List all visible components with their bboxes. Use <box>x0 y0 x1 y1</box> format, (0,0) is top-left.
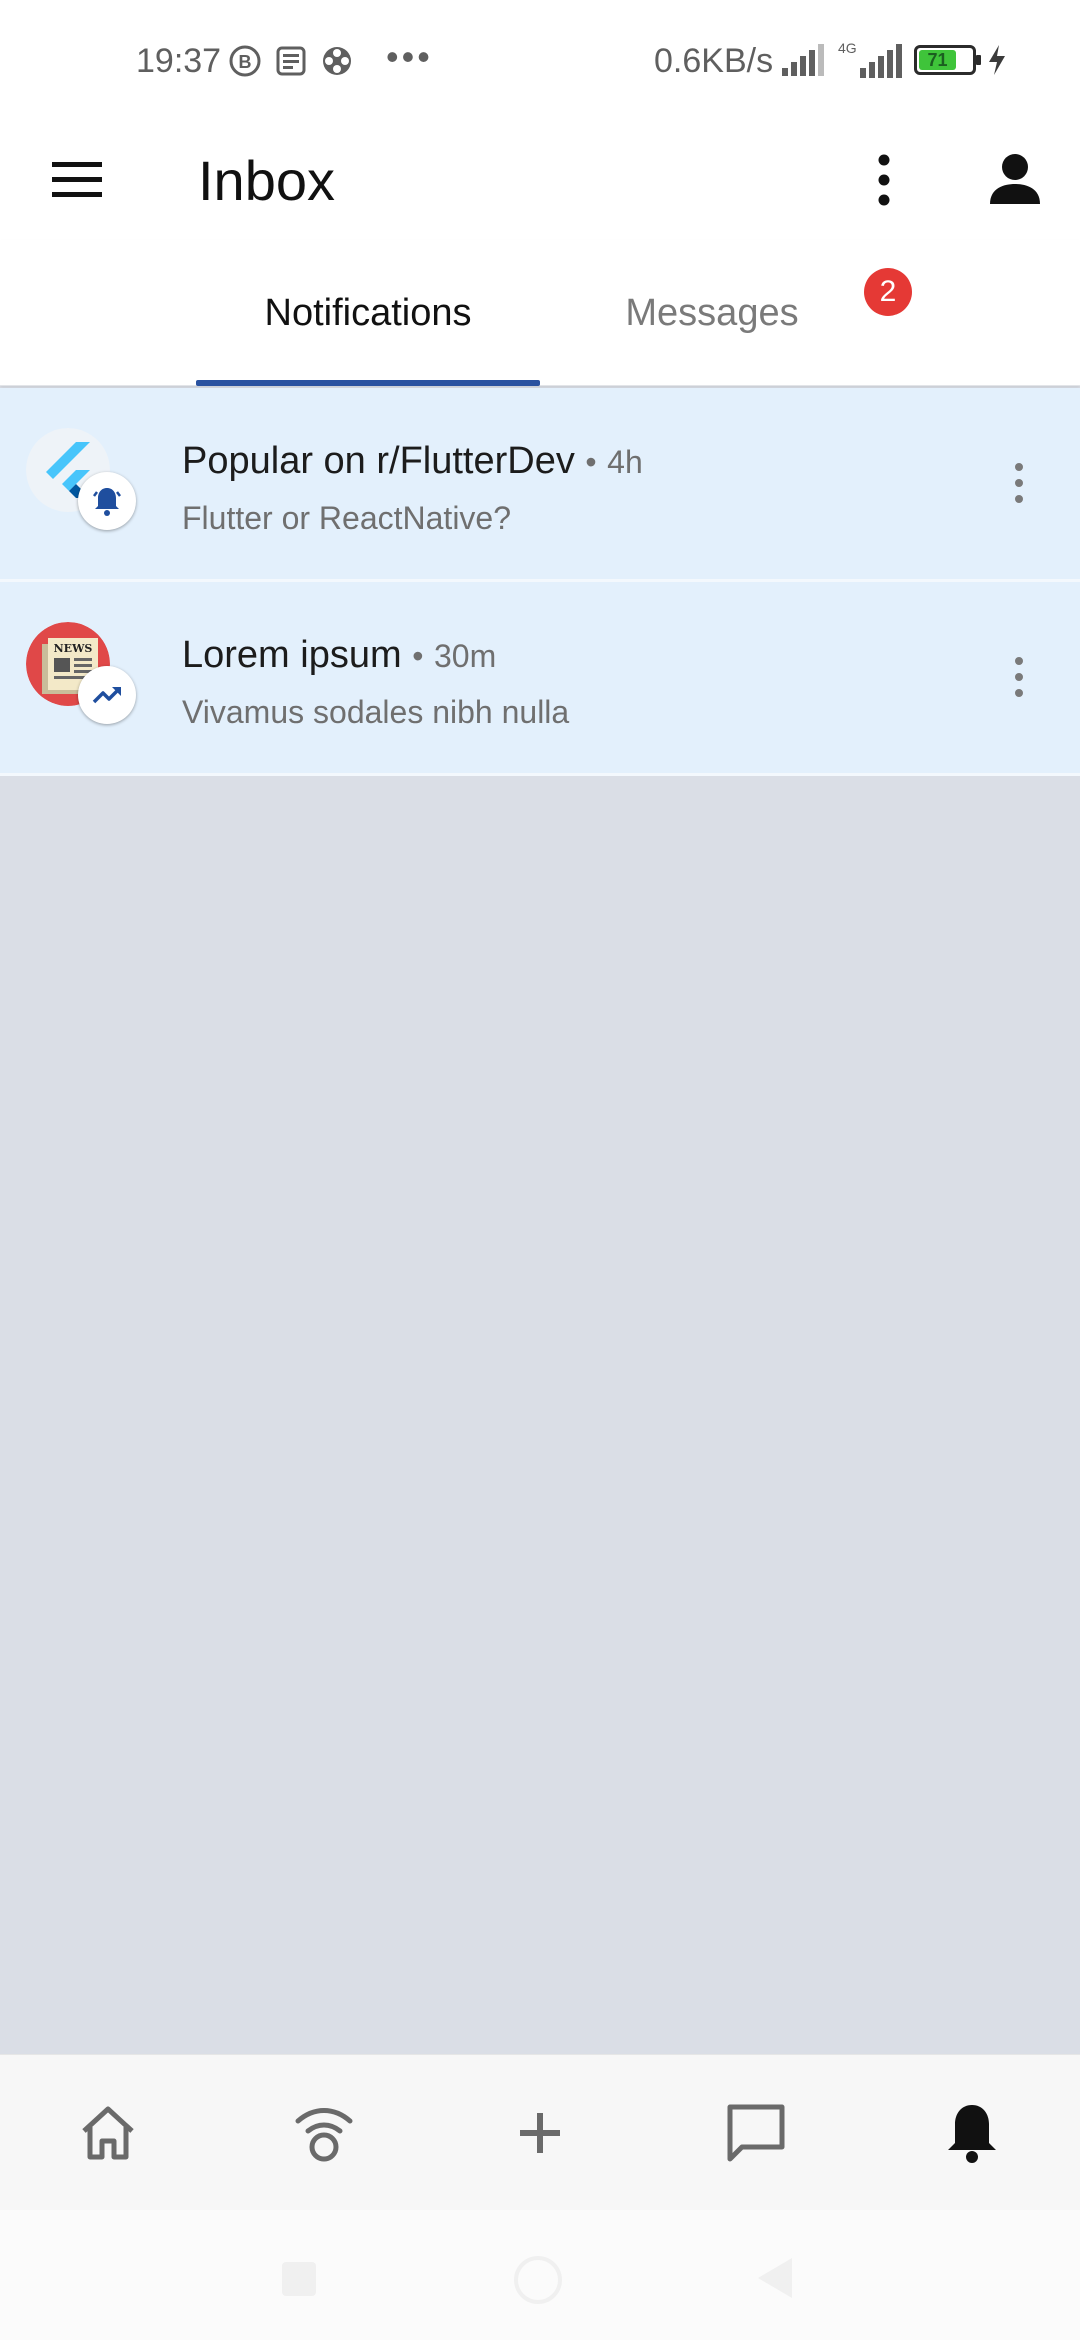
notification-title-text: Popular on r/FlutterDev <box>182 440 575 482</box>
status-notification-icons: B <box>228 44 354 78</box>
messages-count-badge: 2 <box>864 268 912 316</box>
menu-icon[interactable] <box>48 158 106 202</box>
bell-icon <box>78 472 136 530</box>
status-system-icons: 4G 71 <box>780 40 1008 80</box>
news-icon <box>276 46 306 76</box>
svg-text:B: B <box>239 52 252 72</box>
b-circle-icon: B <box>229 45 261 77</box>
more-vert-icon[interactable] <box>1004 652 1034 702</box>
separator-dot: • <box>585 444 597 480</box>
notification-subtitle: Flutter or ReactNative? <box>182 500 512 536</box>
add-icon[interactable] <box>506 2099 574 2167</box>
notification-item[interactable]: Popular on r/FlutterDev • 4h Flutter or … <box>0 388 1080 582</box>
notification-time: 4h <box>607 444 643 480</box>
bottom-navigation <box>0 2054 1080 2210</box>
back-button[interactable] <box>758 2258 792 2298</box>
battery-level: 71 <box>919 50 956 70</box>
tab-messages[interactable]: Messages <box>540 292 884 335</box>
inbox-tabs: Notifications Messages 2 <box>0 240 1080 386</box>
signal-icon <box>782 44 824 76</box>
notification-title-text: Lorem ipsum <box>182 634 402 676</box>
network-type: 4G <box>838 40 857 56</box>
account-icon[interactable] <box>986 150 1044 210</box>
recents-button[interactable] <box>282 2262 316 2296</box>
notification-title: Lorem ipsum • 30m <box>182 634 496 677</box>
home-button[interactable] <box>514 2256 562 2304</box>
notification-item[interactable]: NEWS Lorem ipsum • 30m Vivamus sodales n… <box>0 582 1080 776</box>
more-vert-icon[interactable] <box>1004 458 1034 508</box>
home-icon[interactable] <box>74 2099 142 2167</box>
bell-icon[interactable] <box>938 2099 1006 2167</box>
system-navigation-bar <box>0 2210 1080 2340</box>
signal-4g-icon: 4G <box>838 40 902 78</box>
separator-dot: • <box>412 638 424 674</box>
chat-icon[interactable] <box>722 2099 790 2167</box>
notification-subtitle: Vivamus sodales nibh nulla <box>182 694 570 730</box>
tab-notifications[interactable]: Notifications <box>196 292 540 335</box>
battery-icon: 71 <box>914 45 981 75</box>
status-time: 19:37 <box>136 42 222 80</box>
trending-up-icon <box>78 666 136 724</box>
svg-text:NEWS: NEWS <box>54 642 93 655</box>
network-speed: 0.6KB/s <box>654 42 774 80</box>
gear-flower-icon <box>323 47 351 75</box>
ellipsis-icon: ••• <box>386 36 433 77</box>
status-bar: 19:37 B ••• 0.6KB/s 4G 71 <box>0 0 1080 118</box>
notification-list: Popular on r/FlutterDev • 4h Flutter or … <box>0 388 1080 776</box>
page-title: Inbox <box>198 149 335 212</box>
notification-time: 30m <box>433 638 497 674</box>
app-bar: Inbox <box>0 118 1080 240</box>
tab-indicator <box>196 380 540 386</box>
notification-title: Popular on r/FlutterDev • 4h <box>182 440 643 483</box>
more-vert-icon[interactable] <box>862 150 906 210</box>
charging-icon <box>989 45 1005 75</box>
community-icon[interactable] <box>290 2099 358 2167</box>
